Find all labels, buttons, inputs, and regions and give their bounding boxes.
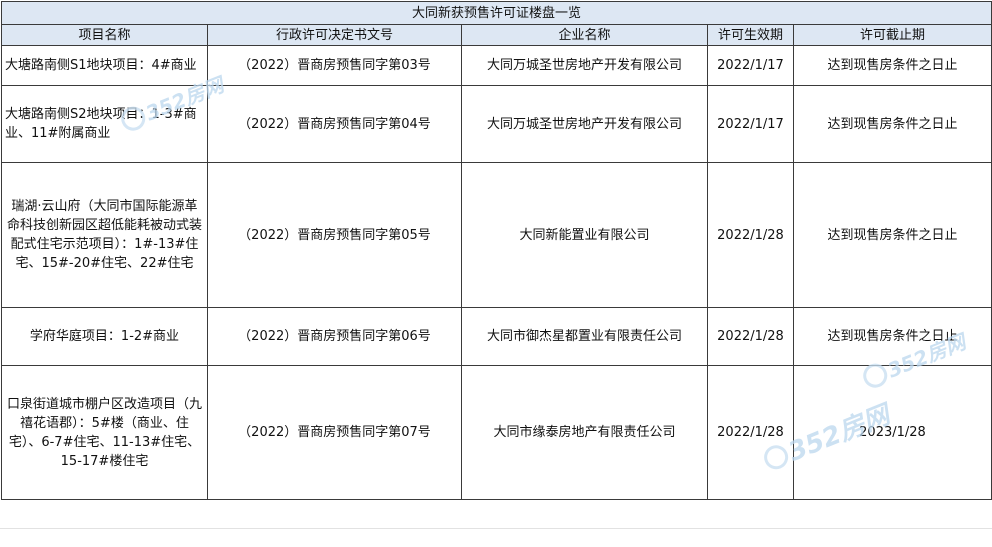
cell-project[interactable]: 大塘路南侧S2地块项目：1-3#商业、11#附属商业 — [1, 85, 208, 163]
cell-expiry[interactable]: 2023/1/28 — [793, 365, 992, 500]
cell-company[interactable]: 大同万城圣世房地产开发有限公司 — [461, 45, 708, 86]
header-row: 项目名称 行政许可决定书文号 企业名称 许可生效期 许可截止期 — [1, 24, 992, 46]
cell-effective[interactable]: 2022/1/28 — [707, 307, 794, 366]
col-header-license-no[interactable]: 行政许可决定书文号 — [207, 24, 462, 46]
cell-project[interactable]: 大塘路南侧S1地块项目：4#商业 — [1, 45, 208, 86]
cell-project[interactable]: 学府华庭项目：1-2#商业 — [1, 307, 208, 366]
cell-expiry[interactable]: 达到现售房条件之日止 — [793, 85, 992, 163]
cell-effective[interactable]: 2022/1/17 — [707, 45, 794, 86]
cell-license-no[interactable]: （2022）晋商房预售同字第07号 — [207, 365, 462, 500]
cell-project[interactable]: 瑞湖·云山府（大同市国际能源革命科技创新园区超低能耗被动式装配式住宅示范项目）：… — [1, 162, 208, 308]
table-row: 大塘路南侧S1地块项目：4#商业 （2022）晋商房预售同字第03号 大同万城圣… — [1, 45, 992, 86]
table-row: 瑞湖·云山府（大同市国际能源革命科技创新园区超低能耗被动式装配式住宅示范项目）：… — [1, 162, 992, 308]
cell-company[interactable]: 大同市缘泰房地产有限责任公司 — [461, 365, 708, 500]
col-header-effective[interactable]: 许可生效期 — [707, 24, 794, 46]
cell-effective[interactable]: 2022/1/17 — [707, 85, 794, 163]
sheet-bottom-strip — [0, 528, 992, 547]
cell-effective[interactable]: 2022/1/28 — [707, 365, 794, 500]
col-header-company[interactable]: 企业名称 — [461, 24, 708, 46]
cell-license-no[interactable]: （2022）晋商房预售同字第03号 — [207, 45, 462, 86]
cell-company[interactable]: 大同万城圣世房地产开发有限公司 — [461, 85, 708, 163]
cell-expiry[interactable]: 达到现售房条件之日止 — [793, 162, 992, 308]
table-row: 大塘路南侧S2地块项目：1-3#商业、11#附属商业 （2022）晋商房预售同字… — [1, 85, 992, 163]
spreadsheet-sheet: 大同新获预售许可证楼盘一览 项目名称 行政许可决定书文号 企业名称 许可生效期 … — [0, 0, 992, 546]
col-header-project[interactable]: 项目名称 — [1, 24, 208, 46]
cell-license-no[interactable]: （2022）晋商房预售同字第05号 — [207, 162, 462, 308]
table-row: 学府华庭项目：1-2#商业 （2022）晋商房预售同字第06号 大同市御杰星都置… — [1, 307, 992, 366]
cell-effective[interactable]: 2022/1/28 — [707, 162, 794, 308]
presale-license-table: 大同新获预售许可证楼盘一览 项目名称 行政许可决定书文号 企业名称 许可生效期 … — [1, 1, 992, 500]
cell-company[interactable]: 大同新能置业有限公司 — [461, 162, 708, 308]
cell-license-no[interactable]: （2022）晋商房预售同字第04号 — [207, 85, 462, 163]
cell-expiry[interactable]: 达到现售房条件之日止 — [793, 307, 992, 366]
table-title[interactable]: 大同新获预售许可证楼盘一览 — [1, 1, 992, 25]
cell-expiry[interactable]: 达到现售房条件之日止 — [793, 45, 992, 86]
cell-company[interactable]: 大同市御杰星都置业有限责任公司 — [461, 307, 708, 366]
cell-license-no[interactable]: （2022）晋商房预售同字第06号 — [207, 307, 462, 366]
col-header-expiry[interactable]: 许可截止期 — [793, 24, 992, 46]
table-row: 口泉街道城市棚户区改造项目（九禧花语郡）：5#楼（商业、住宅）、6-7#住宅、1… — [1, 365, 992, 500]
cell-project[interactable]: 口泉街道城市棚户区改造项目（九禧花语郡）：5#楼（商业、住宅）、6-7#住宅、1… — [1, 365, 208, 500]
